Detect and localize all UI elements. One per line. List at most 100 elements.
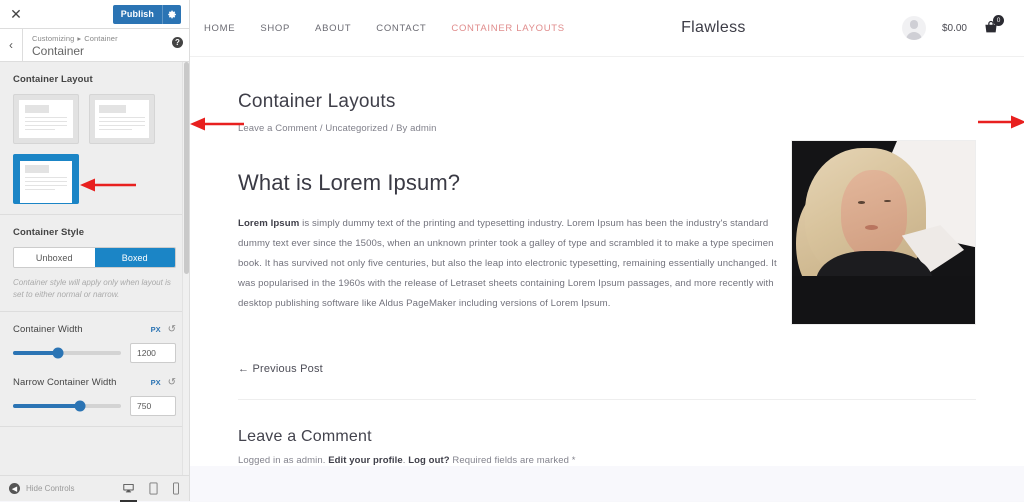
- site-preview-frame: HOME SHOP ABOUT CONTACT CONTAINER LAYOUT…: [190, 0, 1024, 501]
- thumb-line: [99, 128, 133, 131]
- post-navigation: ← Previous Post: [238, 325, 976, 400]
- publish-group: Publish: [112, 4, 181, 24]
- close-icon[interactable]: ✕: [6, 4, 26, 24]
- section-narrow-container-width: Narrow Container Width PX ↺ 750: [0, 367, 189, 426]
- customizer-header: ‹ Customizing ▸ Container Container ?: [0, 29, 189, 62]
- container-style-help-text: Container style will apply only when lay…: [13, 278, 171, 299]
- container-layout-label: Container Layout: [13, 74, 93, 85]
- reset-icon[interactable]: ↺: [168, 324, 176, 335]
- thumb-line: [25, 188, 56, 191]
- thumb-line: [25, 128, 56, 131]
- photo-face: [841, 170, 908, 259]
- thumb-line: [25, 120, 67, 123]
- comment-note-suffix: Required fields are marked *: [449, 455, 576, 466]
- thumb-block: [99, 105, 126, 113]
- divider: [0, 426, 189, 427]
- header-actions: $0.00 0: [901, 15, 1004, 40]
- mobile-icon[interactable]: [172, 482, 180, 495]
- thumb-line: [25, 124, 67, 127]
- post-container: Container Layouts Leave a Comment / Unca…: [190, 57, 1024, 466]
- section-container-width: Container Width PX ↺ 1200: [0, 312, 189, 367]
- thumb-block: [25, 105, 50, 113]
- page-content: Container Layouts Leave a Comment / Unca…: [190, 57, 1024, 466]
- post-paragraph-lead: Lorem Ipsum: [238, 218, 300, 229]
- comment-note-prefix: Logged in as admin.: [238, 455, 329, 466]
- post-meta: Leave a Comment / Uncategorized / By adm…: [238, 123, 437, 134]
- comment-login-note: Logged in as admin. Edit your profile. L…: [238, 455, 976, 466]
- nav-item-shop[interactable]: SHOP: [260, 23, 290, 34]
- thumb-line: [99, 124, 145, 127]
- cart-button[interactable]: 0: [983, 15, 1004, 36]
- thumb-line: [99, 116, 145, 119]
- nav-item-about[interactable]: ABOUT: [315, 23, 351, 34]
- main-navigation: HOME SHOP ABOUT CONTACT CONTAINER LAYOUT…: [204, 23, 565, 34]
- thumb-block: [25, 165, 50, 173]
- unit-px-button[interactable]: PX: [151, 378, 161, 387]
- page-title: Container Layouts: [238, 91, 396, 112]
- slider-handle[interactable]: [74, 400, 86, 412]
- post-text-column: What is Lorem Ipsum? Lorem Ipsum is simp…: [238, 170, 777, 325]
- tablet-icon[interactable]: [148, 482, 159, 495]
- gear-icon[interactable]: [162, 4, 181, 24]
- container-layout-options: [13, 94, 176, 204]
- layout-thumb-full-width-preview: [20, 161, 72, 203]
- layout-option-narrow[interactable]: [89, 94, 155, 144]
- help-icon[interactable]: ?: [172, 37, 183, 48]
- desktop-icon[interactable]: [120, 482, 137, 502]
- post-featured-image: [791, 140, 976, 325]
- thumb-line: [25, 180, 67, 183]
- back-icon[interactable]: ‹: [0, 29, 23, 61]
- narrow-container-width-input[interactable]: 750: [130, 396, 176, 416]
- site-logo[interactable]: Flawless: [525, 19, 902, 37]
- customizer-panel: ✕ Publish ‹ Customizing ▸ Container Contai…: [0, 0, 190, 502]
- reset-icon[interactable]: ↺: [168, 377, 176, 388]
- customizer-footer: ◀ Hide Controls: [0, 475, 189, 502]
- nav-item-home[interactable]: HOME: [204, 23, 235, 34]
- container-width-slider-row: 1200: [13, 343, 176, 363]
- thumb-line: [25, 116, 67, 119]
- edit-profile-link[interactable]: Edit your profile: [328, 455, 403, 466]
- style-option-boxed[interactable]: Boxed: [94, 248, 175, 267]
- layout-thumb-normal-preview: [19, 100, 73, 138]
- container-style-toggle: Unboxed Boxed: [13, 247, 176, 268]
- sidebar-scrollbar-thumb[interactable]: [184, 62, 189, 274]
- hide-controls-label: Hide Controls: [26, 484, 75, 493]
- device-preview-switcher: [120, 482, 180, 502]
- thumb-line: [99, 120, 145, 123]
- post-paragraph-body: is simply dummy text of the printing and…: [238, 218, 777, 309]
- slider-fill: [13, 404, 80, 408]
- site-header: HOME SHOP ABOUT CONTACT CONTAINER LAYOUT…: [190, 0, 1024, 57]
- customizer-header-text: Customizing ▸ Container Container: [23, 29, 189, 61]
- thumb-line: [25, 176, 67, 179]
- account-avatar-icon[interactable]: [901, 16, 926, 40]
- breadcrumb-current: Container: [84, 34, 118, 43]
- narrow-container-width-slider[interactable]: [13, 400, 121, 412]
- slider-handle[interactable]: [52, 347, 64, 359]
- publish-button[interactable]: Publish: [113, 5, 162, 24]
- slider-fill: [13, 351, 59, 355]
- unit-px-button[interactable]: PX: [151, 325, 161, 334]
- comment-section: Leave a Comment Logged in as admin. Edit…: [190, 400, 1024, 466]
- breadcrumb-separator: ▸: [77, 34, 82, 43]
- previous-post-link[interactable]: ← Previous Post: [238, 363, 323, 375]
- container-style-label: Container Style: [13, 227, 85, 238]
- breadcrumb-root[interactable]: Customizing: [32, 34, 74, 43]
- panel-title: Container: [32, 44, 85, 58]
- photo-shoulders: [792, 276, 975, 324]
- customizer-scroll-content: Container Layout Container Style Unboxed…: [0, 62, 189, 427]
- sidebar-scrollbar[interactable]: [182, 62, 189, 475]
- hide-controls-button[interactable]: ◀ Hide Controls: [9, 483, 74, 494]
- cart-count-badge: 0: [993, 15, 1004, 26]
- container-width-input[interactable]: 1200: [130, 343, 176, 363]
- post-header: Container Layouts Leave a Comment / Unca…: [190, 57, 950, 134]
- container-width-label: Container Width: [13, 324, 83, 335]
- logout-link[interactable]: Log out?: [408, 455, 449, 466]
- container-width-controls: PX ↺: [151, 324, 176, 335]
- section-container-style: Container Style Unboxed Boxed Container …: [0, 215, 189, 311]
- narrow-container-width-slider-row: 750: [13, 396, 176, 416]
- style-option-unboxed[interactable]: Unboxed: [14, 248, 95, 267]
- layout-option-full-width[interactable]: [13, 154, 79, 204]
- nav-item-contact[interactable]: CONTACT: [376, 23, 426, 34]
- container-width-slider[interactable]: [13, 347, 121, 359]
- layout-option-normal[interactable]: [13, 94, 79, 144]
